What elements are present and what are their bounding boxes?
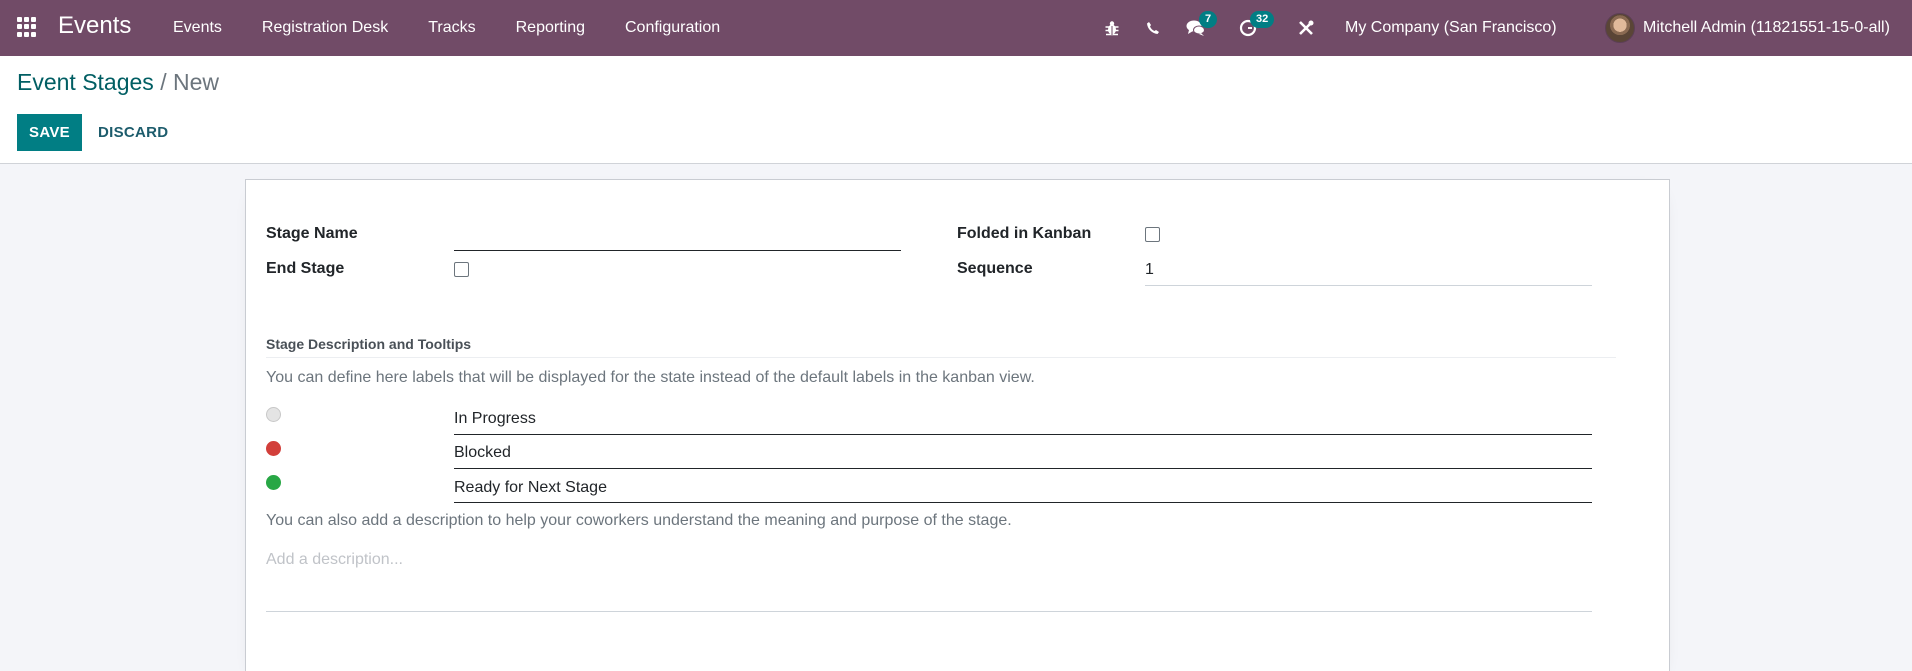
labels-help-text: You can define here labels that will be … [266,369,1035,386]
end-stage-checkbox[interactable] [454,262,469,277]
breadcrumb: Event Stages / New [17,69,219,96]
in-progress-label-input[interactable]: In Progress [454,410,1592,428]
in-progress-underline [454,434,1592,435]
stage-name-input[interactable] [454,225,901,247]
stage-name-label: Stage Name [266,225,358,242]
control-panel: Event Stages / New SAVE DISCARD [0,56,1912,164]
avatar [1605,13,1635,43]
form-sheet: Stage Name End Stage Folded in Kanban Se… [245,179,1670,671]
green-state-icon [266,475,281,490]
user-menu[interactable]: Mitchell Admin (11821551-15-0-all) [1605,0,1890,56]
folded-in-kanban-label: Folded in Kanban [957,225,1092,242]
stage-name-underline [454,250,901,251]
menu-item-events[interactable]: Events [173,19,222,37]
sequence-underline [1145,285,1592,286]
apps-menu-icon[interactable] [17,17,37,37]
breadcrumb-event-stages[interactable]: Event Stages [17,69,154,95]
menu-item-reporting[interactable]: Reporting [516,19,585,37]
section-title: Stage Description and Tooltips [266,336,472,352]
phone-icon[interactable] [1143,0,1163,56]
blocked-label-input[interactable]: Blocked [454,444,1592,462]
red-state-icon [266,441,281,456]
grey-state-icon [266,407,281,422]
description-help-text: You can also add a description to help y… [266,512,1012,529]
discard-button[interactable]: DISCARD [88,114,178,151]
chat-icon[interactable] [1185,0,1207,56]
messages-count-badge: 7 [1199,11,1218,28]
menu-item-configuration[interactable]: Configuration [625,19,720,37]
ready-underline [454,502,1592,503]
clock-icon[interactable] [1238,0,1258,56]
breadcrumb-current: New [172,69,219,95]
company-switcher[interactable]: My Company (San Francisco) [1345,0,1557,56]
main-menu: Events Registration Desk Tracks Reportin… [173,0,760,56]
blocked-underline [454,468,1592,469]
description-editor[interactable]: Add a description... [266,551,403,569]
sequence-input[interactable]: 1 [1145,261,1592,279]
bug-icon[interactable] [1102,0,1122,56]
breadcrumb-separator: / [160,69,167,95]
section-divider [266,357,1616,358]
ready-label-input[interactable]: Ready for Next Stage [454,479,1592,497]
save-button[interactable]: SAVE [17,114,82,151]
folded-in-kanban-checkbox[interactable] [1145,227,1160,242]
user-name: Mitchell Admin (11821551-15-0-all) [1643,19,1890,36]
sequence-label: Sequence [957,260,1033,277]
menu-item-tracks[interactable]: Tracks [428,19,475,37]
description-underline [266,611,1592,612]
activities-count-badge: 32 [1250,11,1275,28]
tools-icon[interactable] [1296,0,1316,56]
top-navbar: Events Events Registration Desk Tracks R… [0,0,1912,56]
app-brand[interactable]: Events [58,12,131,40]
end-stage-label: End Stage [266,260,345,277]
menu-item-registration-desk[interactable]: Registration Desk [262,19,388,37]
